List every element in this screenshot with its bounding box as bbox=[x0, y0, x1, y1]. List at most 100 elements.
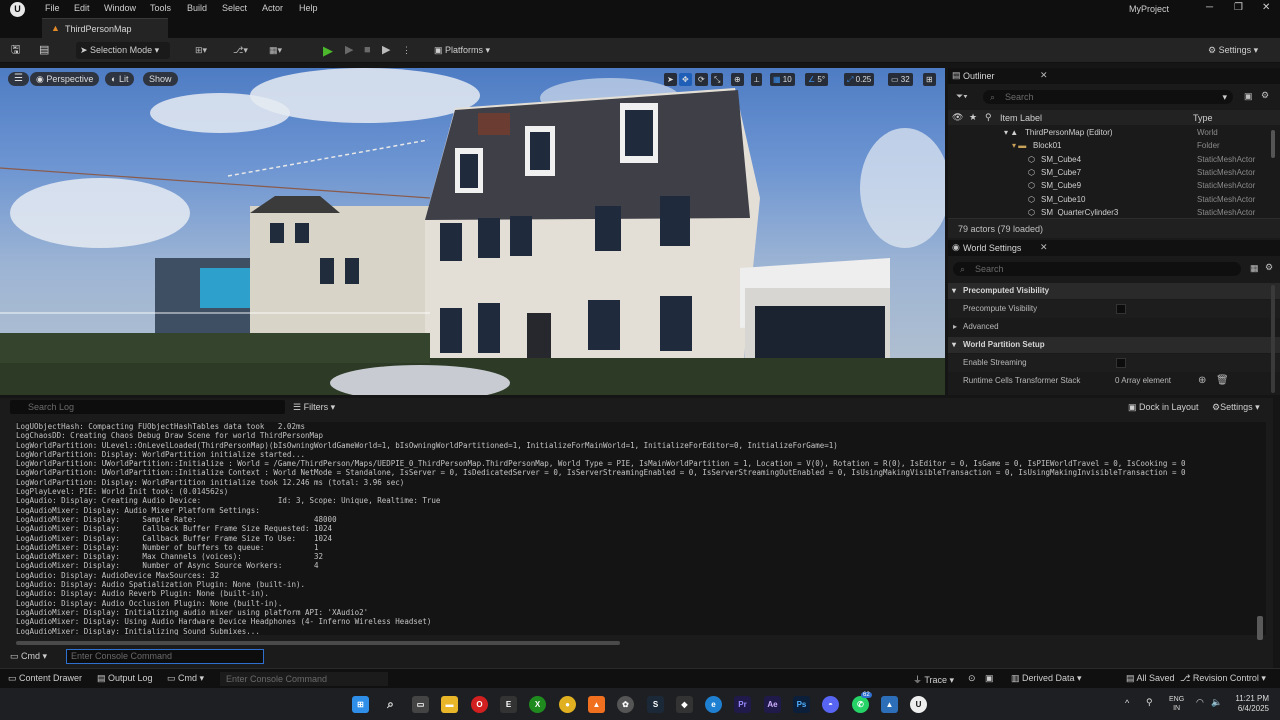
outliner-scrollbar[interactable] bbox=[1271, 130, 1275, 158]
cinematics-icon[interactable]: ▦▾ bbox=[269, 42, 282, 59]
tree-row[interactable]: ⬡ SM_Cube10 StaticMeshActor bbox=[948, 195, 1266, 208]
world-space-icon[interactable]: ⊕ bbox=[731, 73, 744, 86]
translate-tool-icon[interactable]: ✥ bbox=[679, 73, 692, 86]
outliner-search-input[interactable]: ⌕ Search ▾ bbox=[983, 90, 1233, 104]
platforms-dropdown[interactable]: ▣ Platforms ▾ bbox=[434, 42, 490, 59]
perspective-button[interactable]: ◉ Perspective bbox=[30, 72, 100, 86]
visibility-icon[interactable]: 👁 bbox=[952, 112, 963, 123]
scale-tool-icon[interactable]: ⤡ bbox=[711, 73, 724, 86]
record-icon[interactable]: ⊙ bbox=[968, 673, 976, 684]
github-icon[interactable]: ◆ bbox=[676, 696, 693, 713]
stop-icon[interactable]: ■ bbox=[364, 42, 371, 59]
all-saved-button[interactable]: ▤ All Saved bbox=[1126, 673, 1175, 684]
language-indicator[interactable]: ENG IN bbox=[1169, 695, 1184, 713]
file-explorer-icon[interactable]: ▬ bbox=[441, 696, 458, 713]
log-horizontal-scrollbar[interactable] bbox=[16, 641, 620, 645]
selection-mode-dropdown[interactable]: ➤ Selection Mode ▾ bbox=[76, 42, 170, 59]
menu-tools[interactable]: Tools bbox=[150, 3, 171, 13]
menu-actor[interactable]: Actor bbox=[262, 3, 283, 13]
task-view-icon[interactable]: ▭ bbox=[412, 696, 429, 713]
unreal-engine-icon[interactable]: U bbox=[910, 696, 927, 713]
premiere-pro-icon[interactable]: Pr bbox=[734, 696, 751, 713]
console-command-input[interactable]: Enter Console Command bbox=[66, 649, 264, 664]
content-drawer-button[interactable]: ▭ Content Drawer bbox=[8, 673, 82, 684]
content-browser-icon[interactable]: ▤ bbox=[39, 42, 49, 59]
surface-snap-icon[interactable]: ⟂ bbox=[751, 73, 763, 86]
menu-help[interactable]: Help bbox=[299, 3, 318, 13]
location-icon[interactable]: ⚲ bbox=[1146, 697, 1153, 708]
filter-icon[interactable]: ⏷▾ bbox=[956, 91, 968, 102]
photos-icon[interactable]: ▲ bbox=[881, 696, 898, 713]
revision-control-dropdown[interactable]: ⎇ Revision Control ▾ bbox=[1180, 673, 1266, 684]
trash-icon[interactable]: 🗑 bbox=[1216, 372, 1229, 390]
volume-icon[interactable]: 🔈 bbox=[1211, 697, 1222, 708]
eject-icon[interactable]: ▶ bbox=[382, 42, 390, 59]
rotate-tool-icon[interactable]: ⟳ bbox=[695, 73, 708, 86]
pin-icon[interactable]: ⚲ bbox=[985, 112, 992, 123]
after-effects-icon[interactable]: Ae bbox=[764, 696, 781, 713]
world-partition-setup-section[interactable]: ▾ World Partition Setup bbox=[948, 337, 1280, 353]
wifi-icon[interactable]: ◠ bbox=[1196, 697, 1204, 708]
clock[interactable]: 11:21 PM 6/4/2025 bbox=[1229, 694, 1269, 714]
status-cmd-dropdown[interactable]: ▭ Cmd ▾ bbox=[167, 673, 204, 684]
precompute-visibility-checkbox[interactable] bbox=[1116, 304, 1126, 314]
whatsapp-icon[interactable]: ✆ bbox=[852, 696, 869, 713]
search-icon[interactable]: ⌕ bbox=[382, 696, 399, 713]
tree-row[interactable]: ⬡ SM_Cube7 StaticMeshActor bbox=[948, 168, 1266, 181]
derived-data-dropdown[interactable]: ▥ Derived Data ▾ bbox=[1011, 673, 1082, 684]
world-settings-search-input[interactable]: ⌕ Search bbox=[953, 262, 1241, 276]
blueprint-icon[interactable]: ⎇▾ bbox=[233, 42, 248, 59]
chatgpt-icon[interactable]: ✿ bbox=[617, 696, 634, 713]
lit-button[interactable]: ◐ Lit bbox=[105, 72, 135, 86]
minimize-icon[interactable]: ─ bbox=[1206, 2, 1213, 13]
type-header[interactable]: Type bbox=[1193, 113, 1213, 123]
maximize-icon[interactable]: ❐ bbox=[1234, 2, 1243, 13]
save-icon[interactable]: 🖫 bbox=[11, 42, 20, 59]
outliner-tab[interactable]: ▤ Outliner ✕ bbox=[948, 68, 1280, 84]
viewport-layout-icon[interactable]: ⊞ bbox=[923, 73, 936, 86]
level-viewport[interactable]: ☰ ◉ Perspective ◐ Lit Show ➤ ✥ ⟳ ⤡ ⊕ ⟂ ▦… bbox=[0, 68, 945, 395]
enable-streaming-checkbox[interactable] bbox=[1116, 358, 1126, 368]
more-options-icon[interactable]: ⋮ bbox=[402, 42, 411, 59]
search-log-input[interactable]: Search Log bbox=[10, 400, 285, 414]
skip-icon[interactable]: ▶ bbox=[345, 42, 353, 59]
windows-start-icon[interactable]: ⊞ bbox=[352, 696, 369, 713]
status-console-input[interactable]: Enter Console Command bbox=[220, 672, 388, 686]
close-world-settings-icon[interactable]: ✕ bbox=[1040, 242, 1048, 253]
menu-select[interactable]: Select bbox=[222, 3, 247, 13]
close-window-icon[interactable]: ✕ bbox=[1262, 2, 1270, 13]
log-text-area[interactable]: LogUObjectHash: Compacting FUObjectHashT… bbox=[16, 422, 1266, 635]
item-label-header[interactable]: Item Label bbox=[1000, 113, 1042, 123]
edge-icon[interactable]: e bbox=[705, 696, 722, 713]
output-log-button[interactable]: ▤ Output Log bbox=[97, 673, 153, 684]
screenshot-icon[interactable]: ▣ bbox=[985, 673, 994, 684]
add-folder-icon[interactable]: ▣ bbox=[1244, 91, 1253, 102]
viewport-menu-icon[interactable]: ☰ bbox=[8, 72, 29, 86]
epic-games-icon[interactable]: E bbox=[500, 696, 517, 713]
log-vertical-scrollbar[interactable] bbox=[1257, 616, 1263, 640]
chrome-icon[interactable]: ● bbox=[559, 696, 576, 713]
show-button[interactable]: Show bbox=[143, 72, 178, 86]
rotation-snap-toggle[interactable]: ∠ 5° bbox=[805, 73, 829, 86]
chevron-up-icon[interactable]: ^ bbox=[1125, 698, 1129, 708]
app-icon[interactable]: ▲ bbox=[588, 696, 605, 713]
add-actor-icon[interactable]: ⊞▾ bbox=[195, 42, 207, 59]
add-element-icon[interactable]: ⊕ bbox=[1198, 372, 1206, 390]
tree-row[interactable]: ⬡ SM_Cube4 StaticMeshActor bbox=[948, 155, 1266, 168]
menu-build[interactable]: Build bbox=[187, 3, 207, 13]
cmd-dropdown[interactable]: ▭ Cmd ▾ bbox=[10, 651, 47, 662]
discord-icon[interactable]: ◓ bbox=[822, 696, 839, 713]
grid-snap-toggle[interactable]: ▦ 10 bbox=[770, 73, 795, 86]
advanced-row[interactable]: ▸ Advanced bbox=[948, 318, 1280, 336]
trace-dropdown[interactable]: ⏚ Trace ▾ bbox=[913, 673, 954, 686]
tab-thirdpersonmap[interactable]: ▲ ThirdPersonMap bbox=[42, 18, 168, 38]
close-outliner-icon[interactable]: ✕ bbox=[1040, 70, 1048, 81]
settings-button[interactable]: ⚙ Settings ▾ bbox=[1208, 42, 1258, 59]
details-settings-icon[interactable]: ⚙ bbox=[1265, 262, 1273, 273]
tree-row[interactable]: ⬡ SM_QuarterCylinder3 StaticMeshActor bbox=[948, 208, 1266, 216]
tree-row[interactable]: ▾ ▬ Block01 Folder bbox=[948, 141, 1266, 154]
menu-edit[interactable]: Edit bbox=[74, 3, 90, 13]
details-scrollbar[interactable] bbox=[1271, 285, 1275, 393]
menu-file[interactable]: File bbox=[45, 3, 60, 13]
tree-row[interactable]: ▾ ▲ ThirdPersonMap (Editor) World bbox=[948, 128, 1266, 141]
